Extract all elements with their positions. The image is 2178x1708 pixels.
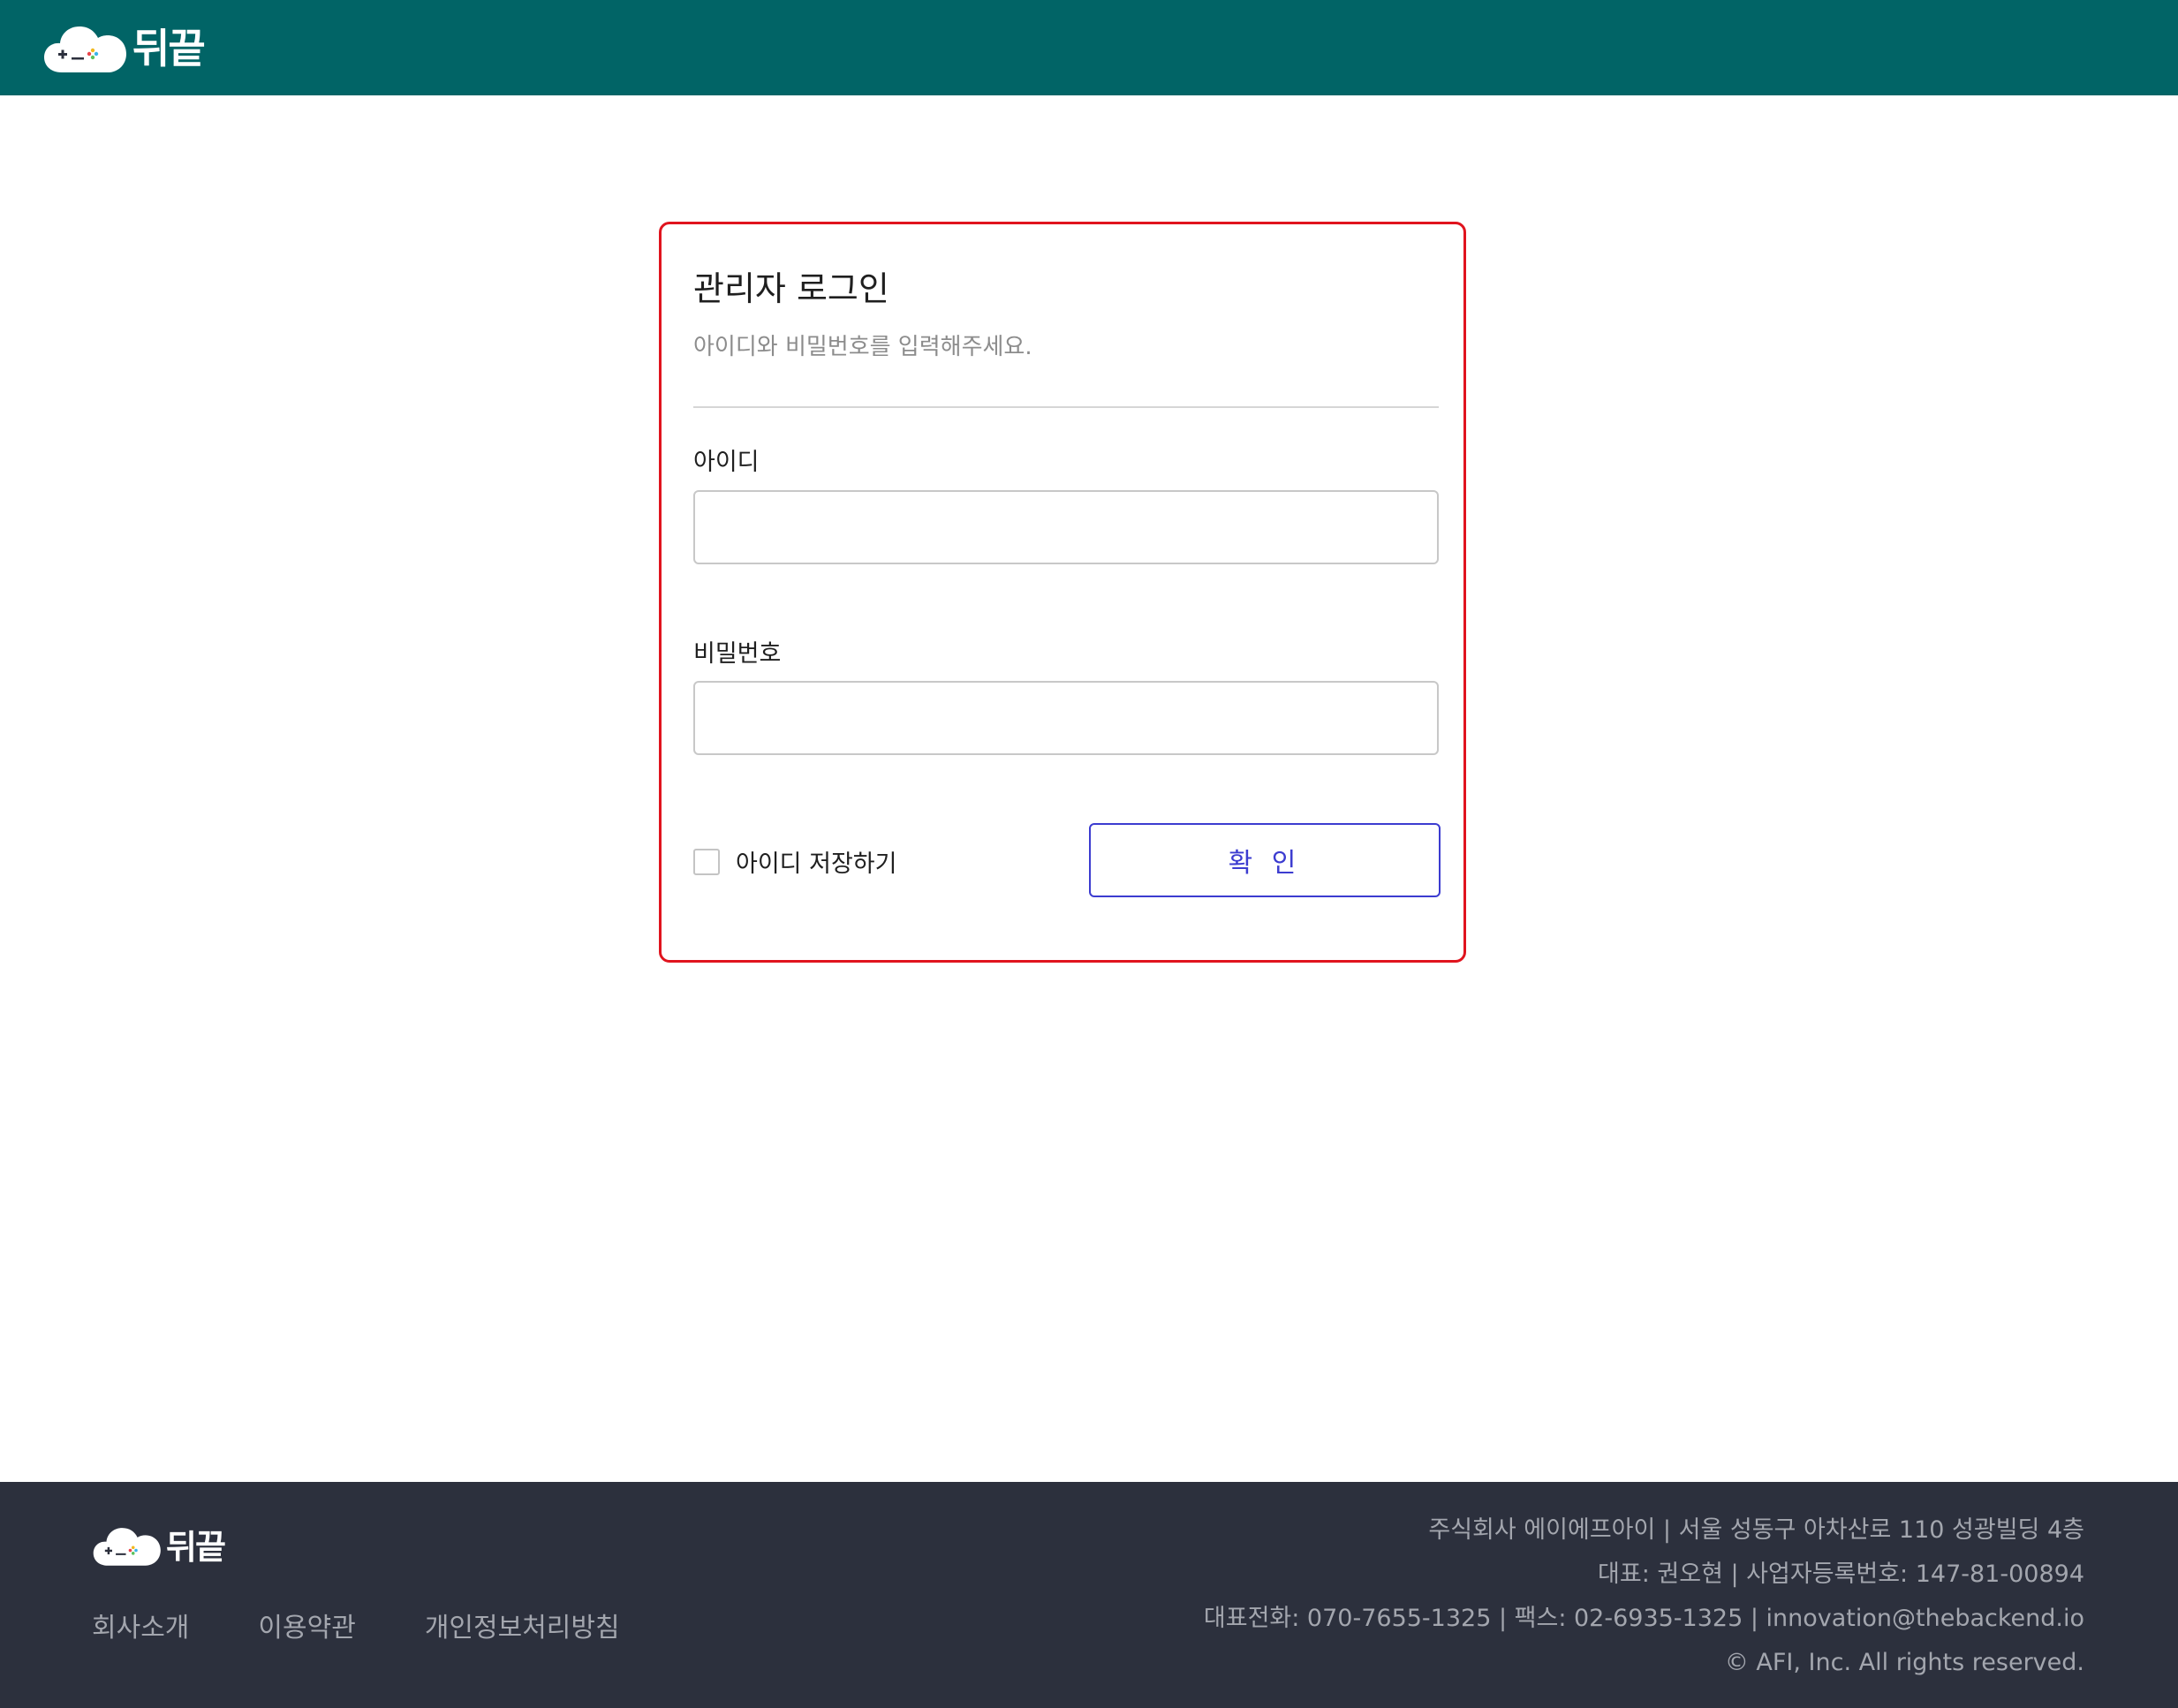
remember-id-checkbox[interactable] [693,848,720,875]
top-bar: 뒤끝 [0,0,2178,95]
divider [693,406,1439,408]
id-label: 아이디 [693,449,760,476]
cloud-gamepad-logo-icon [42,18,131,76]
footer-links: 회사소개 이용약관 개인정보처리방침 [92,1606,689,1644]
password-input[interactable] [693,681,1439,755]
id-input[interactable] [693,490,1439,564]
page-title: 관리자 로그인 [693,269,889,308]
footer-link-privacy[interactable]: 개인정보처리방침 [425,1606,620,1644]
login-subtitle: 아이디와 비밀번호를 입력해주세요. [693,334,1032,360]
cloud-gamepad-logo-icon [92,1521,164,1568]
footer-logo[interactable]: 뒤끝 [92,1521,226,1568]
company-address: 주식회사 에이에프아이 | 서울 성동구 아차산로 110 성광빌딩 4층 [1428,1516,2084,1544]
login-card: 관리자 로그인 아이디와 비밀번호를 입력해주세요. 아이디 비밀번호 아이디 … [659,222,1466,963]
footer-link-terms[interactable]: 이용약관 [258,1606,355,1644]
company-registration: 대표: 권오현 | 사업자등록번호: 147-81-00894 [1598,1561,2084,1588]
company-info: 주식회사 에이에프아이 | 서울 성동구 아차산로 110 성광빌딩 4층 대표… [1204,1508,2084,1685]
logo-text: 뒤끝 [132,25,206,72]
copyright: © AFI, Inc. All rights reserved. [1724,1649,2084,1676]
remember-id-label[interactable]: 아이디 저장하기 [736,844,896,879]
password-label: 비밀번호 [693,640,782,668]
remember-id-option[interactable]: 아이디 저장하기 [693,844,896,879]
confirm-button[interactable]: 확 인 [1089,823,1441,897]
company-contact: 대표전화: 070-7655-1325 | 팩스: 02-6935-1325 |… [1203,1605,2084,1632]
footer-link-company[interactable]: 회사소개 [92,1606,189,1644]
header-logo[interactable]: 뒤끝 [42,18,206,76]
footer-logo-text: 뒤끝 [166,1527,226,1567]
